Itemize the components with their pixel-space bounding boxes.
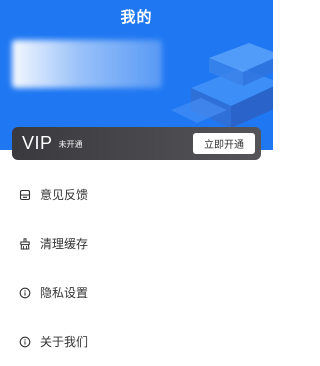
user-profile-blurred[interactable] — [12, 40, 162, 88]
info-icon — [18, 335, 32, 349]
clean-cache-icon — [18, 237, 32, 251]
page-title: 我的 — [120, 8, 153, 26]
menu-item-clear-cache[interactable]: 清理缓存 — [0, 219, 273, 268]
menu-item-privacy-settings[interactable]: 隐私设置 — [0, 268, 273, 317]
decorative-cubes-illustration — [171, 43, 273, 128]
menu-item-label: 隐私设置 — [40, 286, 89, 300]
feedback-icon — [18, 188, 32, 202]
menu-item-feedback[interactable]: 意见反馈 — [0, 170, 273, 219]
menu-item-about-us[interactable]: 关于我们 — [0, 317, 273, 366]
menu-item-label: 意见反馈 — [40, 188, 89, 202]
vip-title: VIP — [22, 133, 53, 153]
activate-vip-button[interactable]: 立即开通 — [193, 133, 255, 154]
vip-status: 未开通 — [58, 140, 83, 149]
settings-menu: 意见反馈 清理缓存 隐私设置 关于我们 — [0, 170, 273, 366]
vip-card: VIP 未开通 立即开通 — [12, 127, 261, 160]
menu-item-label: 清理缓存 — [40, 237, 89, 251]
menu-item-label: 关于我们 — [40, 335, 89, 349]
info-icon — [18, 286, 32, 300]
